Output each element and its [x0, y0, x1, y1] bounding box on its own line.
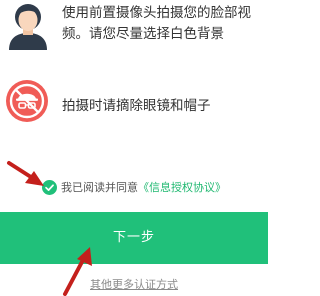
tip-text: 拍摄时请摘除眼镜和帽子 — [62, 98, 211, 114]
face-verify-page: 使用前置摄像头拍摄您的脸部视频。请您尽量选择白色背景 拍摄时请摘除眼镜和帽子 我… — [0, 0, 268, 296]
avatar-icon — [9, 4, 47, 50]
tip-face-video: 使用前置摄像头拍摄您的脸部视频。请您尽量选择白色背景 — [0, 0, 268, 64]
no-glasses-hat-icon — [6, 80, 48, 122]
tip-remove-glasses: 拍摄时请摘除眼镜和帽子 — [0, 72, 268, 152]
next-step-button[interactable]: 下一步 — [0, 212, 268, 264]
agreement-label: 我已阅读并同意 — [61, 181, 138, 194]
tip-text: 使用前置摄像头拍摄您的脸部视频。请您尽量选择白色背景 — [62, 5, 251, 42]
checked-circle-icon[interactable] — [42, 179, 57, 195]
agreement-row[interactable]: 我已阅读并同意 《信息授权协议》 — [42, 178, 226, 196]
agreement-link[interactable]: 《信息授权协议》 — [138, 179, 226, 195]
other-methods-link[interactable]: 其他更多认证方式 — [0, 276, 268, 292]
